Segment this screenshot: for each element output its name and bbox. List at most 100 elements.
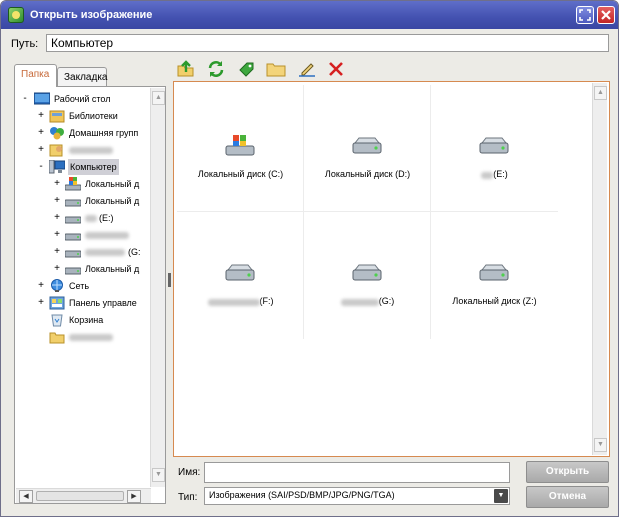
tree-item-label: Корзина (69, 315, 104, 325)
chevron-down-icon[interactable]: ▼ (494, 489, 508, 503)
tree-expand-toggle[interactable]: + (52, 244, 62, 260)
panel-splitter[interactable] (168, 273, 171, 287)
tree-item-label: Локальный д (85, 179, 140, 189)
filename-input[interactable] (204, 462, 510, 483)
drive-icon (479, 264, 509, 281)
tree-collapse-toggle[interactable]: - (36, 159, 46, 175)
scroll-up-button[interactable]: ▲ (152, 91, 165, 105)
up-folder-icon (177, 60, 194, 77)
recycle-bin-icon (51, 314, 63, 327)
tree-item-label (69, 334, 113, 341)
tree-item-network[interactable]: + Сеть (36, 278, 146, 294)
window-title: Открыть изображение (30, 9, 153, 21)
file-item-drive-z[interactable]: Локальный диск (Z:) (431, 212, 558, 339)
control-panel-icon (49, 296, 65, 310)
delete-button[interactable] (326, 60, 346, 78)
tree-expand-toggle[interactable]: + (52, 210, 62, 226)
file-type-value: Изображения (SAI/PSD/BMP/JPG/PNG/TGA) (209, 490, 395, 500)
tree-item-homegroup[interactable]: + Домашняя групп (36, 125, 146, 141)
tree-item-drive-g[interactable]: + (G: (52, 244, 146, 260)
drive-icon (352, 137, 382, 154)
homegroup-icon (50, 127, 64, 140)
tree-expand-toggle[interactable]: + (52, 176, 62, 192)
tab-bookmark[interactable]: Закладка (57, 67, 107, 87)
title-bar: Открыть изображение (1, 1, 618, 29)
file-view-scrollbar[interactable]: ▲ ▼ (592, 83, 607, 455)
tree-expand-toggle[interactable]: + (52, 193, 62, 209)
tree-item-drive-z[interactable]: + Локальный д (52, 261, 146, 277)
file-type-select[interactable]: Изображения (SAI/PSD/BMP/JPG/PNG/TGA) ▼ (204, 487, 510, 505)
tree-horizontal-scrollbar[interactable]: ◀ ▶ (16, 488, 151, 503)
bookmark-add-button[interactable] (236, 60, 256, 78)
type-label: Тип: (178, 492, 198, 503)
tree-expand-toggle[interactable]: + (36, 278, 46, 294)
tree-item-drive-d[interactable]: + Локальный д (52, 193, 146, 209)
tree-item-user-folder[interactable]: + (36, 142, 146, 158)
tree-item-label: Сеть (69, 281, 90, 291)
computer-icon (49, 160, 65, 174)
tab-folder[interactable]: Папка (14, 64, 57, 87)
open-image-dialog: Открыть изображение Путь: Компьютер Папк… (0, 0, 619, 517)
refresh-button[interactable] (206, 60, 226, 78)
user-folder-icon (49, 144, 63, 157)
scroll-down-button[interactable]: ▼ (594, 438, 607, 452)
file-item-drive-d[interactable]: Локальный диск (D:) (304, 85, 431, 212)
tree-item-drive-c[interactable]: + Локальный д (52, 176, 146, 192)
path-input[interactable]: Компьютер (46, 34, 609, 52)
delete-icon (329, 62, 343, 76)
maximize-icon (579, 9, 591, 21)
new-folder-icon (266, 63, 286, 77)
tree-item-control-panel[interactable]: + Панель управле (36, 295, 146, 311)
file-item-drive-c[interactable]: Локальный диск (C:) (177, 85, 304, 212)
tree-item-label: Домашняя групп (69, 128, 139, 138)
scroll-right-button[interactable]: ▶ (127, 490, 141, 503)
scroll-left-button[interactable]: ◀ (19, 490, 33, 503)
refresh-icon (208, 61, 224, 77)
tree-expand-toggle[interactable]: + (36, 142, 46, 158)
file-item-label: (E:) (431, 169, 558, 179)
tree-item-libraries[interactable]: + Библиотеки (36, 108, 146, 124)
tree-item-label (69, 147, 113, 154)
drive-icon (65, 267, 81, 275)
tree-expand-toggle[interactable]: + (36, 108, 46, 124)
blurred-text (340, 299, 379, 306)
file-item-drive-e[interactable]: (E:) (431, 85, 558, 212)
tree-item-folder[interactable] (36, 329, 146, 345)
blurred-text (85, 215, 97, 222)
tree-item-drive-f[interactable]: + (52, 227, 146, 243)
open-button[interactable]: Открыть (526, 461, 609, 483)
maximize-button[interactable] (576, 6, 594, 24)
tree-expand-toggle[interactable]: + (52, 227, 62, 243)
tree-expand-toggle[interactable]: + (36, 125, 46, 141)
file-item-drive-f[interactable]: (F:) (177, 212, 304, 339)
up-folder-button[interactable] (176, 60, 196, 78)
scroll-down-button[interactable]: ▼ (152, 468, 165, 482)
windows-drive-icon (65, 177, 81, 191)
rename-button[interactable] (297, 60, 317, 78)
tree-item-drive-e[interactable]: + (E:) (52, 210, 146, 226)
name-label: Имя: (178, 467, 201, 478)
close-button[interactable] (597, 6, 615, 24)
file-item-label: Локальный диск (Z:) (452, 296, 537, 306)
tree-vertical-scrollbar[interactable]: ▲ ▼ (150, 88, 165, 487)
drive-icon (65, 250, 81, 258)
tree-item-recycle-bin[interactable]: Корзина (36, 312, 146, 328)
file-item-label: (F:) (177, 296, 304, 306)
cancel-button[interactable]: Отмена (526, 486, 609, 508)
tree-item-label: Рабочий стол (54, 94, 111, 104)
tree-item-desktop[interactable]: - Рабочий стол (20, 91, 146, 107)
tree-expand-toggle[interactable]: + (52, 261, 62, 277)
file-item-drive-g[interactable]: (G:) (304, 212, 431, 339)
bookmark-add-icon (239, 62, 254, 77)
tree-item-label (85, 232, 129, 239)
tree-expand-toggle[interactable]: + (36, 295, 46, 311)
desktop-icon (34, 92, 50, 105)
tree-item-computer[interactable]: - Компьютер (36, 159, 146, 175)
scroll-up-button[interactable]: ▲ (594, 86, 607, 100)
blurred-text (207, 299, 260, 306)
path-label: Путь: (11, 38, 39, 50)
scroll-thumb[interactable] (36, 491, 124, 501)
tree-collapse-toggle[interactable]: - (20, 91, 30, 107)
new-folder-button[interactable] (266, 60, 286, 78)
tree-item-label: Панель управле (69, 298, 137, 308)
